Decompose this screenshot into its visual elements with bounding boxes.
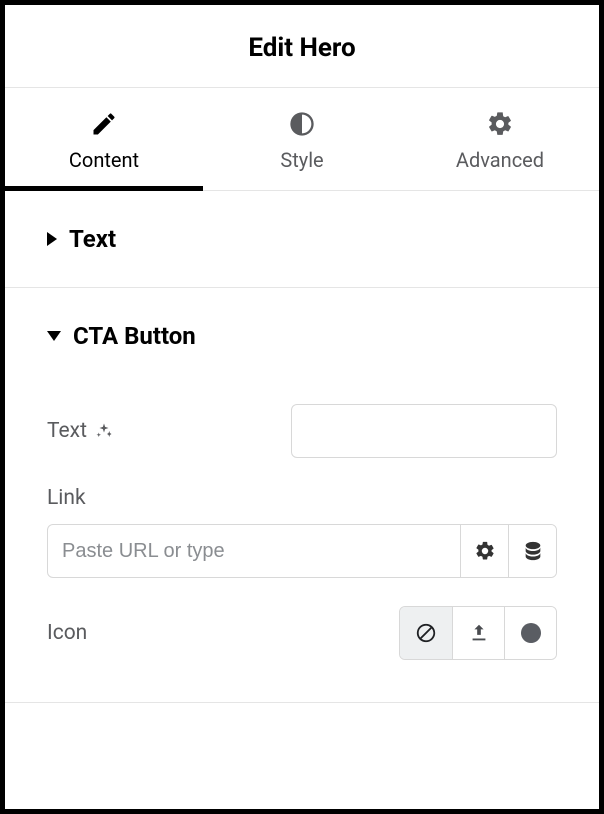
field-text-label: Text [47,419,87,443]
sections-container: Text CTA Button Text [5,191,599,809]
section-cta-header[interactable]: CTA Button [5,288,599,384]
chevron-down-icon [47,331,61,341]
tab-advanced[interactable]: Advanced [401,88,599,190]
field-text: Text [47,404,557,458]
tab-content[interactable]: Content [5,88,203,190]
field-link-label: Link [47,486,557,510]
sparkle-icon [95,422,113,440]
gear-icon [474,540,496,562]
chevron-right-icon [47,232,57,246]
section-text-title: Text [69,225,116,253]
icon-library-button[interactable] [504,607,556,659]
section-text: Text [5,191,599,288]
tab-style[interactable]: Style [203,88,401,190]
field-icon-label: Icon [47,621,87,645]
editor-panel: Edit Hero Content Style Advanced Text [0,0,604,814]
link-input[interactable] [48,525,460,577]
tab-bar: Content Style Advanced [5,88,599,191]
pencil-icon [90,110,118,138]
database-icon [522,540,544,562]
gear-icon [486,110,514,138]
tab-style-label: Style [280,148,323,172]
link-dynamic-button[interactable] [508,525,556,577]
link-options-button[interactable] [460,525,508,577]
none-icon [415,622,437,644]
section-cta-body: Text Link [5,404,599,702]
field-link: Link [47,486,557,578]
text-input[interactable] [292,405,557,457]
icon-none-button[interactable] [400,607,452,659]
section-cta-title: CTA Button [73,322,196,350]
panel-title: Edit Hero [5,33,599,63]
tab-advanced-label: Advanced [456,148,544,172]
circle-icon [521,623,541,643]
contrast-icon [288,110,316,138]
link-input-group [47,524,557,578]
upload-icon [468,622,490,644]
section-cta-button: CTA Button Text Link [5,288,599,703]
section-text-header[interactable]: Text [5,191,599,287]
text-input-group [291,404,557,458]
field-text-label-wrap: Text [47,419,113,443]
panel-header: Edit Hero [5,5,599,88]
icon-upload-button[interactable] [452,607,504,659]
tab-content-label: Content [69,148,139,172]
field-icon: Icon [47,606,557,660]
icon-toggle-group [399,606,557,660]
